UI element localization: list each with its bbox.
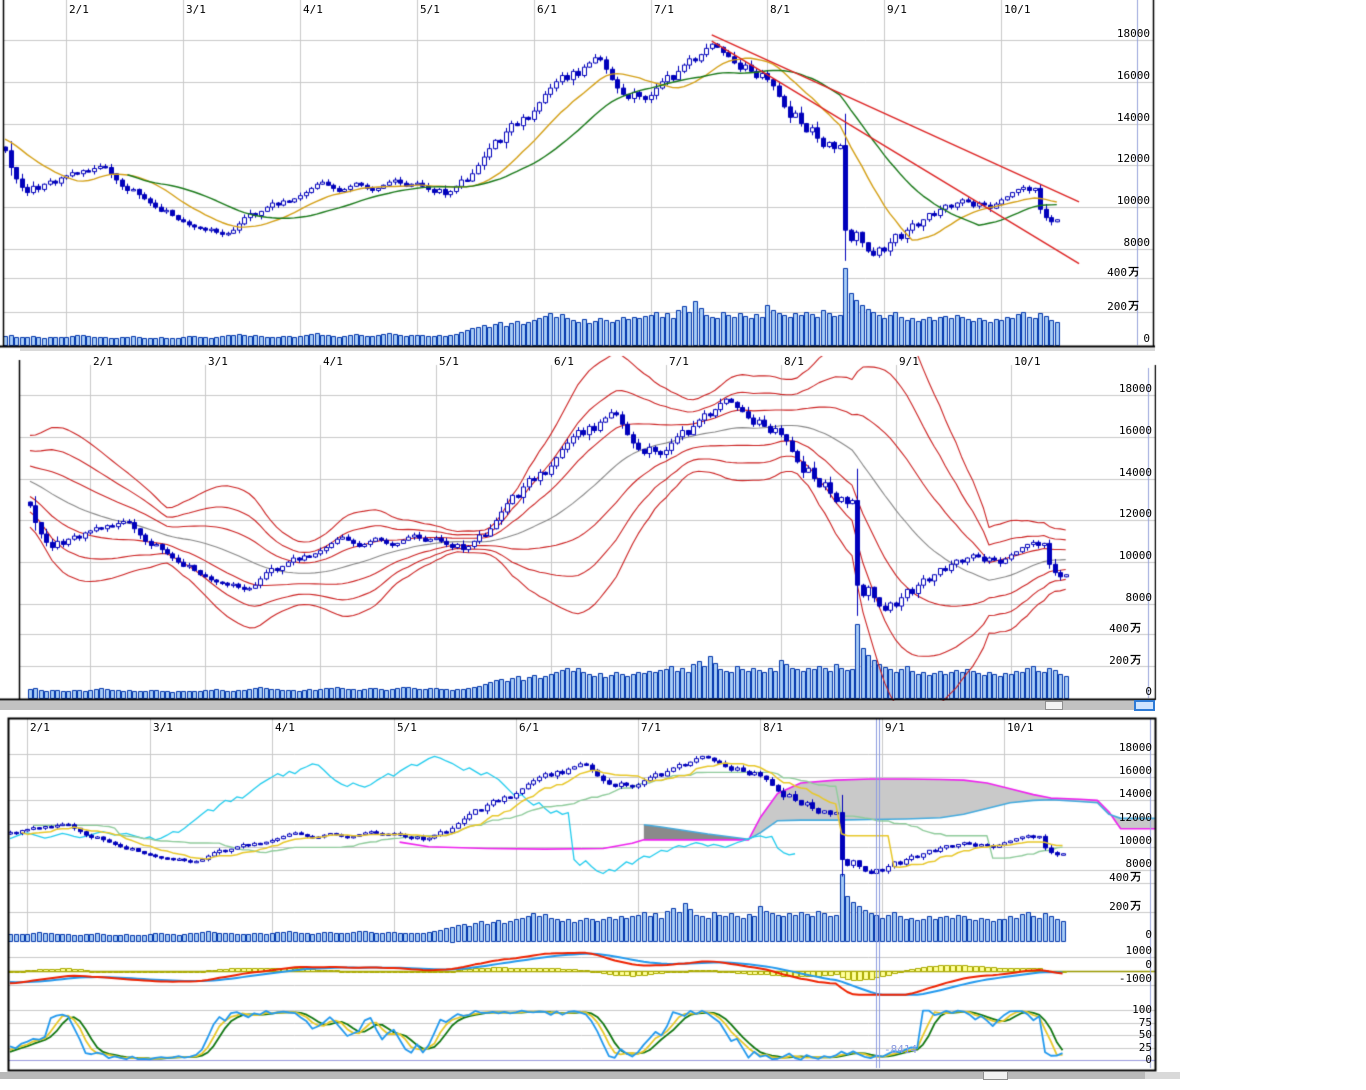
panel1-scroll-strip[interactable] xyxy=(20,348,1155,351)
axis-tick-label: 0 xyxy=(1062,1053,1152,1066)
date-tick-label: 9/1 xyxy=(885,721,905,734)
date-tick-label: 6/1 xyxy=(519,721,539,734)
date-tick-label: 2/1 xyxy=(30,721,50,734)
axis-tick-label: 0 xyxy=(1060,332,1150,345)
man-10k-glyph xyxy=(1130,621,1141,633)
man-10k-glyph xyxy=(1130,899,1141,911)
date-tick-label: 2/1 xyxy=(69,3,89,16)
stock-chart-workspace: -8414 2/1 3/1 4/1 5/1 6/1 7/1 8/1 9/1 10/1 2/1 3/1… xyxy=(0,0,1366,1090)
axis-tick-label: 100 xyxy=(1062,1003,1152,1016)
axis-tick-label: 10000 xyxy=(1060,194,1150,207)
date-tick-label: 9/1 xyxy=(887,3,907,16)
date-tick-label: 4/1 xyxy=(323,355,343,368)
date-tick-label: 3/1 xyxy=(208,355,228,368)
axis-tick-label: 0 xyxy=(1062,928,1152,941)
axis-tick-label: 12000 xyxy=(1062,811,1152,824)
date-tick-label: 8/1 xyxy=(763,721,783,734)
man-10k-glyph xyxy=(1128,265,1139,277)
axis-tick-label: 12000 xyxy=(1062,507,1152,520)
date-tick-label: 7/1 xyxy=(641,721,661,734)
axis-tick-label: 14000 xyxy=(1062,787,1152,800)
date-tick-label: 8/1 xyxy=(784,355,804,368)
axis-tick-label: -1000 xyxy=(1062,972,1152,985)
date-tick-label: 5/1 xyxy=(397,721,417,734)
man-10k-glyph xyxy=(1128,299,1139,311)
panel2-scroll-thumb-active[interactable] xyxy=(1134,700,1155,711)
axis-tick-label: 10000 xyxy=(1062,549,1152,562)
date-tick-label: 3/1 xyxy=(153,721,173,734)
axis-tick-label: 14000 xyxy=(1060,111,1150,124)
date-tick-label: 4/1 xyxy=(275,721,295,734)
axis-tick-label: 400 xyxy=(1049,265,1139,279)
date-tick-label: 10/1 xyxy=(1014,355,1041,368)
axis-tick-label: 8000 xyxy=(1062,857,1152,870)
date-tick-label: 10/1 xyxy=(1007,721,1034,734)
axis-tick-label: 16000 xyxy=(1062,424,1152,437)
date-tick-label: 10/1 xyxy=(1004,3,1031,16)
axis-tick-label: 0 xyxy=(1062,958,1152,971)
date-tick-label: 9/1 xyxy=(899,355,919,368)
date-tick-label: 8/1 xyxy=(770,3,790,16)
date-tick-label: 6/1 xyxy=(554,355,574,368)
date-tick-label: 7/1 xyxy=(669,355,689,368)
man-10k-glyph xyxy=(1130,870,1141,882)
date-tick-label: 7/1 xyxy=(654,3,674,16)
panel2-scrollbar[interactable] xyxy=(0,701,1155,710)
axis-tick-label: 16000 xyxy=(1062,764,1152,777)
man-10k-glyph xyxy=(1130,653,1141,665)
date-tick-label: 3/1 xyxy=(186,3,206,16)
axis-tick-label: 18000 xyxy=(1060,27,1150,40)
date-tick-label: 5/1 xyxy=(439,355,459,368)
axis-tick-label: 16000 xyxy=(1060,69,1150,82)
panel3-scrollbar-end[interactable] xyxy=(1145,1072,1180,1079)
chart-canvas xyxy=(0,0,1366,1090)
panel2-scroll-thumb[interactable] xyxy=(1045,701,1063,710)
date-tick-label: 6/1 xyxy=(537,3,557,16)
axis-tick-label: 400 xyxy=(1051,870,1141,884)
axis-tick-label: 8000 xyxy=(1060,236,1150,249)
axis-tick-label: 8000 xyxy=(1062,591,1152,604)
axis-tick-label: 18000 xyxy=(1062,741,1152,754)
axis-tick-label: 10000 xyxy=(1062,834,1152,847)
panel3-scroll-thumb[interactable] xyxy=(983,1071,1008,1080)
date-tick-label: 5/1 xyxy=(420,3,440,16)
axis-tick-label: 200 xyxy=(1051,899,1141,913)
date-tick-label: 2/1 xyxy=(93,355,113,368)
axis-tick-label: 1000 xyxy=(1062,944,1152,957)
date-tick-label: 4/1 xyxy=(303,3,323,16)
axis-tick-label: 50 xyxy=(1062,1028,1152,1041)
axis-tick-label: 400 xyxy=(1051,621,1141,635)
axis-tick-label: 200 xyxy=(1051,653,1141,667)
crosshair-value-label: -8414 xyxy=(884,1043,917,1056)
axis-tick-label: 0 xyxy=(1062,685,1152,698)
axis-tick-label: 200 xyxy=(1049,299,1139,313)
axis-tick-label: 12000 xyxy=(1060,152,1150,165)
axis-tick-label: 18000 xyxy=(1062,382,1152,395)
axis-tick-label: 14000 xyxy=(1062,466,1152,479)
